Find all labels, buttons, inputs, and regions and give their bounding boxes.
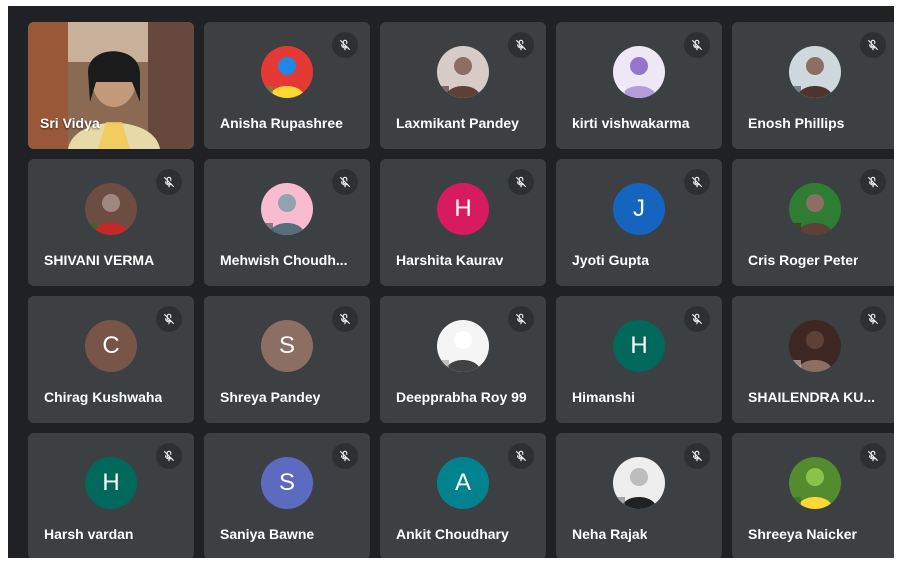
participant-avatar: A — [437, 457, 489, 509]
mic-off-icon — [332, 443, 358, 469]
participant-name: Cris Roger Peter — [748, 252, 859, 268]
participant-name: Anisha Rupashree — [220, 115, 343, 131]
participant-tile[interactable]: H Himanshi — [556, 296, 722, 423]
participant-tile[interactable]: Enosh Phillips — [732, 22, 894, 149]
participant-name: Himanshi — [572, 389, 636, 405]
mic-off-icon — [156, 169, 182, 195]
mic-off-icon — [508, 32, 534, 58]
participant-tile[interactable]: Deepprabha Roy 99 — [380, 296, 546, 423]
participant-tile[interactable]: Anisha Rupashree — [204, 22, 370, 149]
participant-avatar — [437, 320, 489, 372]
participant-tile[interactable]: Neha Rajak — [556, 433, 722, 558]
participant-name: Chirag Kushwaha — [44, 389, 163, 405]
participant-avatar — [613, 457, 665, 509]
participant-avatar: C — [85, 320, 137, 372]
participant-tile[interactable]: Laxmikant Pandey — [380, 22, 546, 149]
mic-off-icon — [508, 443, 534, 469]
participant-avatar — [261, 183, 313, 235]
participant-avatar — [261, 46, 313, 98]
mic-off-icon — [156, 443, 182, 469]
mic-off-icon — [156, 306, 182, 332]
participant-name: Harsh vardan — [44, 526, 134, 542]
participant-tile[interactable]: H Harshita Kaurav — [380, 159, 546, 286]
participant-name: Mehwish Choudh... — [220, 252, 348, 268]
participant-name: Laxmikant Pandey — [396, 115, 519, 131]
participant-tile[interactable]: H Harsh vardan — [28, 433, 194, 558]
participant-name: Deepprabha Roy 99 — [396, 389, 527, 405]
participant-avatar — [789, 183, 841, 235]
participant-name: Enosh Phillips — [748, 115, 845, 131]
participant-avatar — [789, 46, 841, 98]
participant-avatar: J — [613, 183, 665, 235]
mic-off-icon — [860, 306, 886, 332]
participant-avatar: H — [85, 457, 137, 509]
participant-avatar — [613, 46, 665, 98]
participant-tile[interactable]: S Saniya Bawne — [204, 433, 370, 558]
mic-off-icon — [508, 306, 534, 332]
participant-name: Harshita Kaurav — [396, 252, 504, 268]
mic-off-icon — [684, 306, 710, 332]
participant-avatar: S — [261, 320, 313, 372]
mic-off-icon — [684, 169, 710, 195]
participant-name: Shreya Pandey — [220, 389, 321, 405]
mic-off-icon — [508, 169, 534, 195]
participant-name: Sri Vidya — [40, 115, 100, 131]
participant-avatar: H — [613, 320, 665, 372]
participant-name: Neha Rajak — [572, 526, 648, 542]
mic-off-icon — [860, 169, 886, 195]
mic-off-icon — [332, 32, 358, 58]
participant-tile[interactable]: A Ankit Choudhary — [380, 433, 546, 558]
participant-tile[interactable]: Mehwish Choudh... — [204, 159, 370, 286]
participant-tile[interactable]: Sri Vidya — [28, 22, 194, 149]
participant-tile[interactable]: SHIVANI VERMA — [28, 159, 194, 286]
participant-avatar — [789, 320, 841, 372]
participant-name: Saniya Bawne — [220, 526, 315, 542]
meeting-grid-frame: Sri Vidya Anisha Rupashree Laxmikant Pande… — [8, 6, 894, 558]
participant-avatar — [437, 46, 489, 98]
participant-name: Jyoti Gupta — [572, 252, 650, 268]
participant-tile[interactable]: C Chirag Kushwaha — [28, 296, 194, 423]
participant-name: SHAILENDRA KU... — [748, 389, 876, 405]
mic-off-icon — [860, 32, 886, 58]
mic-off-icon — [332, 169, 358, 195]
participant-grid: Sri Vidya Anisha Rupashree Laxmikant Pande… — [28, 22, 894, 558]
mic-off-icon — [332, 306, 358, 332]
participant-name: kirti vishwakarma — [572, 115, 690, 131]
participant-avatar: H — [437, 183, 489, 235]
participant-avatar — [789, 457, 841, 509]
participant-tile[interactable]: SHAILENDRA KU... — [732, 296, 894, 423]
participant-name: Ankit Choudhary — [396, 526, 509, 542]
mic-off-icon — [860, 443, 886, 469]
participant-tile[interactable]: S Shreya Pandey — [204, 296, 370, 423]
participant-name: Shreeya Naicker — [748, 526, 857, 542]
participant-tile[interactable]: Shreeya Naicker — [732, 433, 894, 558]
mic-off-icon — [684, 443, 710, 469]
participant-name: SHIVANI VERMA — [44, 252, 155, 268]
participant-tile[interactable]: kirti vishwakarma — [556, 22, 722, 149]
participant-avatar: S — [261, 457, 313, 509]
participant-tile[interactable]: J Jyoti Gupta — [556, 159, 722, 286]
participant-avatar — [85, 183, 137, 235]
mic-off-icon — [684, 32, 710, 58]
participant-tile[interactable]: Cris Roger Peter — [732, 159, 894, 286]
